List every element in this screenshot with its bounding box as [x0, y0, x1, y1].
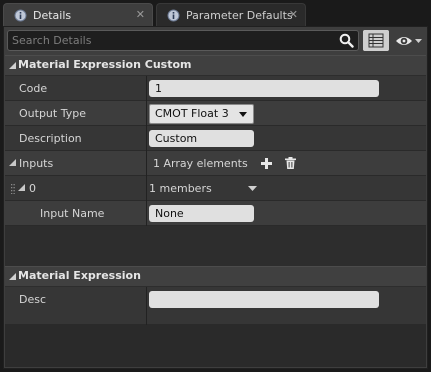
search-row: Search Details — [7, 30, 422, 52]
property-label: Code — [19, 82, 48, 95]
code-field[interactable]: 1 — [149, 80, 379, 97]
property-row-inputs: Inputs 1 Array elements — [5, 151, 426, 176]
tab-details[interactable]: Details ✕ — [3, 3, 153, 26]
tab-details-label: Details — [33, 8, 72, 22]
column-divider[interactable] — [146, 76, 147, 226]
property-row-input-0: 0 1 members — [5, 176, 426, 201]
eye-icon[interactable] — [394, 31, 424, 51]
details-panel: Search Details Material Expression Custo… — [3, 26, 428, 369]
trash-icon[interactable] — [285, 157, 296, 169]
input-0-members: 1 members — [149, 182, 212, 195]
property-label: Desc — [19, 293, 47, 306]
property-label: Description — [19, 132, 82, 145]
property-row-description: Description Custom — [5, 126, 426, 151]
collapse-arrow-icon — [9, 62, 16, 69]
tab-parameter-defaults-label: Parameter Defaults — [186, 8, 293, 22]
close-icon[interactable]: ✕ — [136, 8, 145, 21]
property-row-input-name: Input Name None — [5, 201, 426, 226]
collapse-arrow-icon — [9, 273, 16, 280]
output-type-value: CMOT Float 3 — [155, 107, 229, 120]
info-icon — [14, 9, 27, 21]
tab-parameter-defaults[interactable]: Parameter Defaults ✕ — [156, 3, 306, 26]
tab-bar: Details ✕ Parameter Defaults ✕ — [0, 0, 431, 26]
property-row-desc: Desc — [5, 287, 426, 325]
chevron-down-icon — [239, 112, 247, 117]
inputs-array-count: 1 Array elements — [153, 157, 248, 170]
property-matrix-button[interactable] — [363, 30, 389, 51]
search-input[interactable]: Search Details — [7, 30, 359, 51]
property-label: 0 — [29, 182, 36, 195]
description-field[interactable]: Custom — [149, 130, 254, 147]
category-material-expression-custom[interactable]: Material Expression Custom — [5, 55, 426, 75]
category-title: Material Expression Custom — [18, 58, 192, 71]
chevron-down-icon[interactable] — [248, 186, 257, 191]
category-material-expression[interactable]: Material Expression — [5, 266, 426, 286]
property-label: Output Type — [19, 107, 86, 120]
info-icon — [167, 9, 180, 21]
drag-handle-icon[interactable] — [11, 184, 15, 194]
column-divider[interactable] — [146, 287, 147, 325]
details-content: Material Expression Custom Code 1 Output… — [5, 55, 426, 367]
search-placeholder: Search Details — [12, 34, 92, 47]
close-icon[interactable]: ✕ — [289, 8, 298, 21]
property-row-output-type: Output Type CMOT Float 3 — [5, 101, 426, 126]
property-label: Input Name — [40, 207, 105, 220]
expand-arrow-icon[interactable] — [18, 184, 25, 191]
empty-area — [5, 325, 426, 367]
search-icon[interactable] — [339, 33, 354, 48]
property-row-code: Code 1 — [5, 76, 426, 101]
property-label: Inputs — [19, 157, 54, 170]
category-spacer — [5, 226, 426, 264]
expand-arrow-icon[interactable] — [9, 159, 16, 166]
output-type-dropdown[interactable]: CMOT Float 3 — [149, 104, 254, 124]
desc-field[interactable] — [149, 291, 379, 308]
category-title: Material Expression — [18, 269, 141, 282]
plus-icon[interactable] — [261, 158, 272, 169]
input-name-field[interactable]: None — [149, 205, 254, 222]
